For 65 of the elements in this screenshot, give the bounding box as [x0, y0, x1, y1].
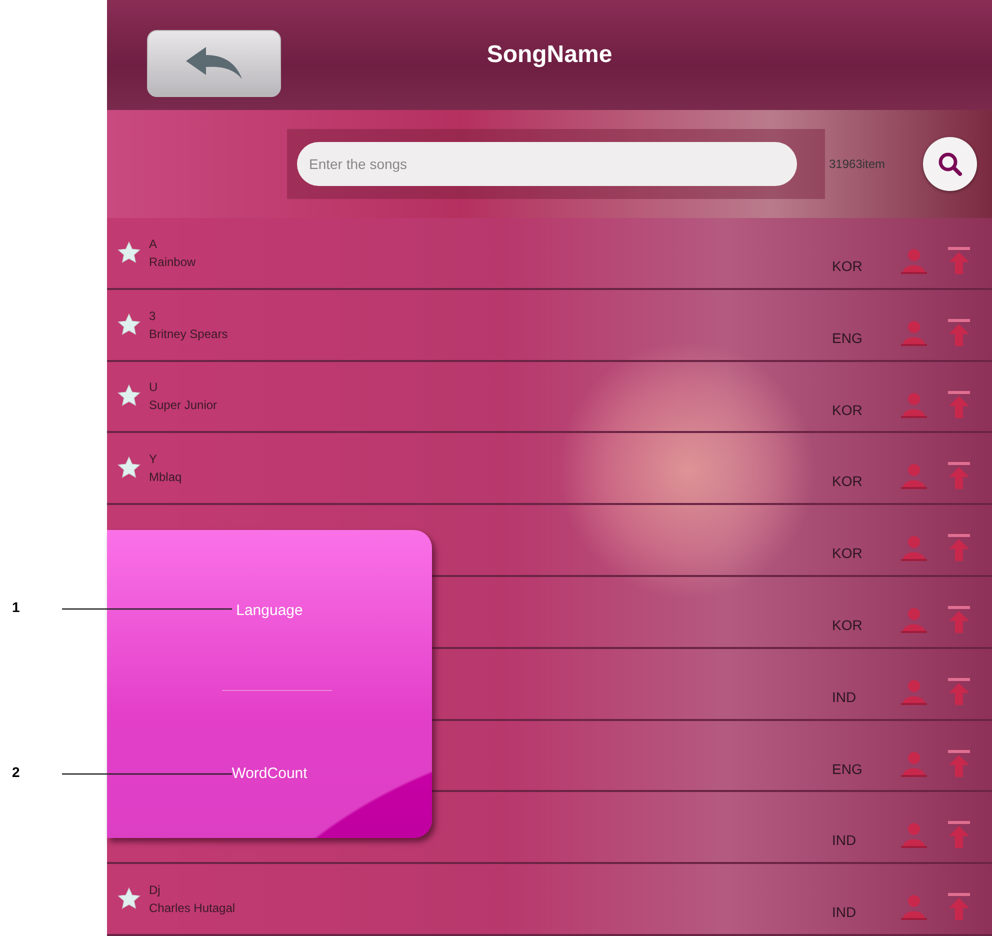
artist-name: Super Junior: [149, 398, 218, 412]
song-language: KOR: [832, 402, 862, 418]
arrow-up-bar-icon: [946, 676, 972, 707]
back-button[interactable]: [147, 30, 281, 97]
move-to-top-button[interactable]: [945, 246, 973, 276]
move-to-top-button[interactable]: [945, 748, 973, 779]
song-title: Dj: [149, 883, 162, 898]
song-language: IND: [832, 832, 856, 848]
person-icon: [899, 533, 927, 564]
callout-number: 1: [12, 599, 20, 615]
callout-number: 2: [12, 764, 20, 780]
search-button[interactable]: [923, 137, 978, 191]
song-language: KOR: [832, 616, 862, 633]
arrow-up-bar-icon: [946, 390, 972, 420]
screen-title: SongName: [486, 41, 612, 69]
song-title: U: [149, 380, 159, 394]
item-count: 31963item: [829, 157, 886, 171]
star-icon[interactable]: [117, 456, 141, 480]
song-language: IND: [832, 904, 856, 920]
star-icon[interactable]: [117, 312, 141, 337]
move-to-top-button[interactable]: [945, 604, 973, 635]
star-icon[interactable]: [117, 384, 141, 408]
sort-option[interactable]: WordCount: [222, 759, 318, 788]
singer-button[interactable]: [899, 820, 927, 850]
song-language: IND: [832, 688, 856, 705]
artist-name: Britney Spears: [149, 326, 229, 341]
search-icon: [937, 151, 964, 177]
move-to-top-button[interactable]: [945, 820, 973, 850]
move-to-top-button[interactable]: [945, 390, 973, 420]
move-to-top-button[interactable]: [945, 461, 973, 492]
song-language: KOR: [832, 545, 862, 562]
artist-name: Mblaq: [149, 470, 183, 484]
singer-button[interactable]: [899, 892, 927, 922]
star-icon[interactable]: [117, 240, 141, 265]
move-to-top-button[interactable]: [945, 533, 973, 564]
arrow-up-bar-icon: [946, 461, 972, 492]
move-to-top-button[interactable]: [945, 676, 973, 707]
arrow-up-bar-icon: [946, 892, 972, 922]
arrow-up-bar-icon: [946, 318, 972, 348]
singer-button[interactable]: [899, 461, 927, 492]
song-language: ENG: [832, 760, 862, 777]
artist-name: Rainbow: [149, 254, 197, 269]
move-to-top-button[interactable]: [945, 892, 973, 922]
star-icon[interactable]: [117, 887, 141, 912]
search-field[interactable]: Enter the songs: [297, 142, 797, 186]
singer-button[interactable]: [899, 533, 927, 564]
song-title: Y: [149, 452, 158, 466]
move-to-top-button[interactable]: [945, 318, 973, 348]
person-icon: [899, 892, 927, 922]
singer-button[interactable]: [899, 246, 927, 276]
song-title: 3: [149, 308, 157, 323]
song-language: KOR: [832, 258, 862, 274]
arrow-up-bar-icon: [946, 246, 972, 276]
person-icon: [899, 246, 927, 276]
arrow-up-bar-icon: [946, 820, 972, 850]
song-language: KOR: [832, 473, 862, 490]
arrow-up-bar-icon: [946, 604, 972, 635]
person-icon: [899, 461, 927, 492]
song-title: A: [149, 236, 158, 251]
song-language: ENG: [832, 330, 862, 346]
arrow-up-bar-icon: [946, 533, 972, 564]
person-icon: [899, 820, 927, 850]
arrow-up-bar-icon: [946, 748, 972, 779]
sort-option[interactable]: Language: [226, 596, 313, 625]
artist-name: Charles Hutagal: [149, 901, 236, 916]
